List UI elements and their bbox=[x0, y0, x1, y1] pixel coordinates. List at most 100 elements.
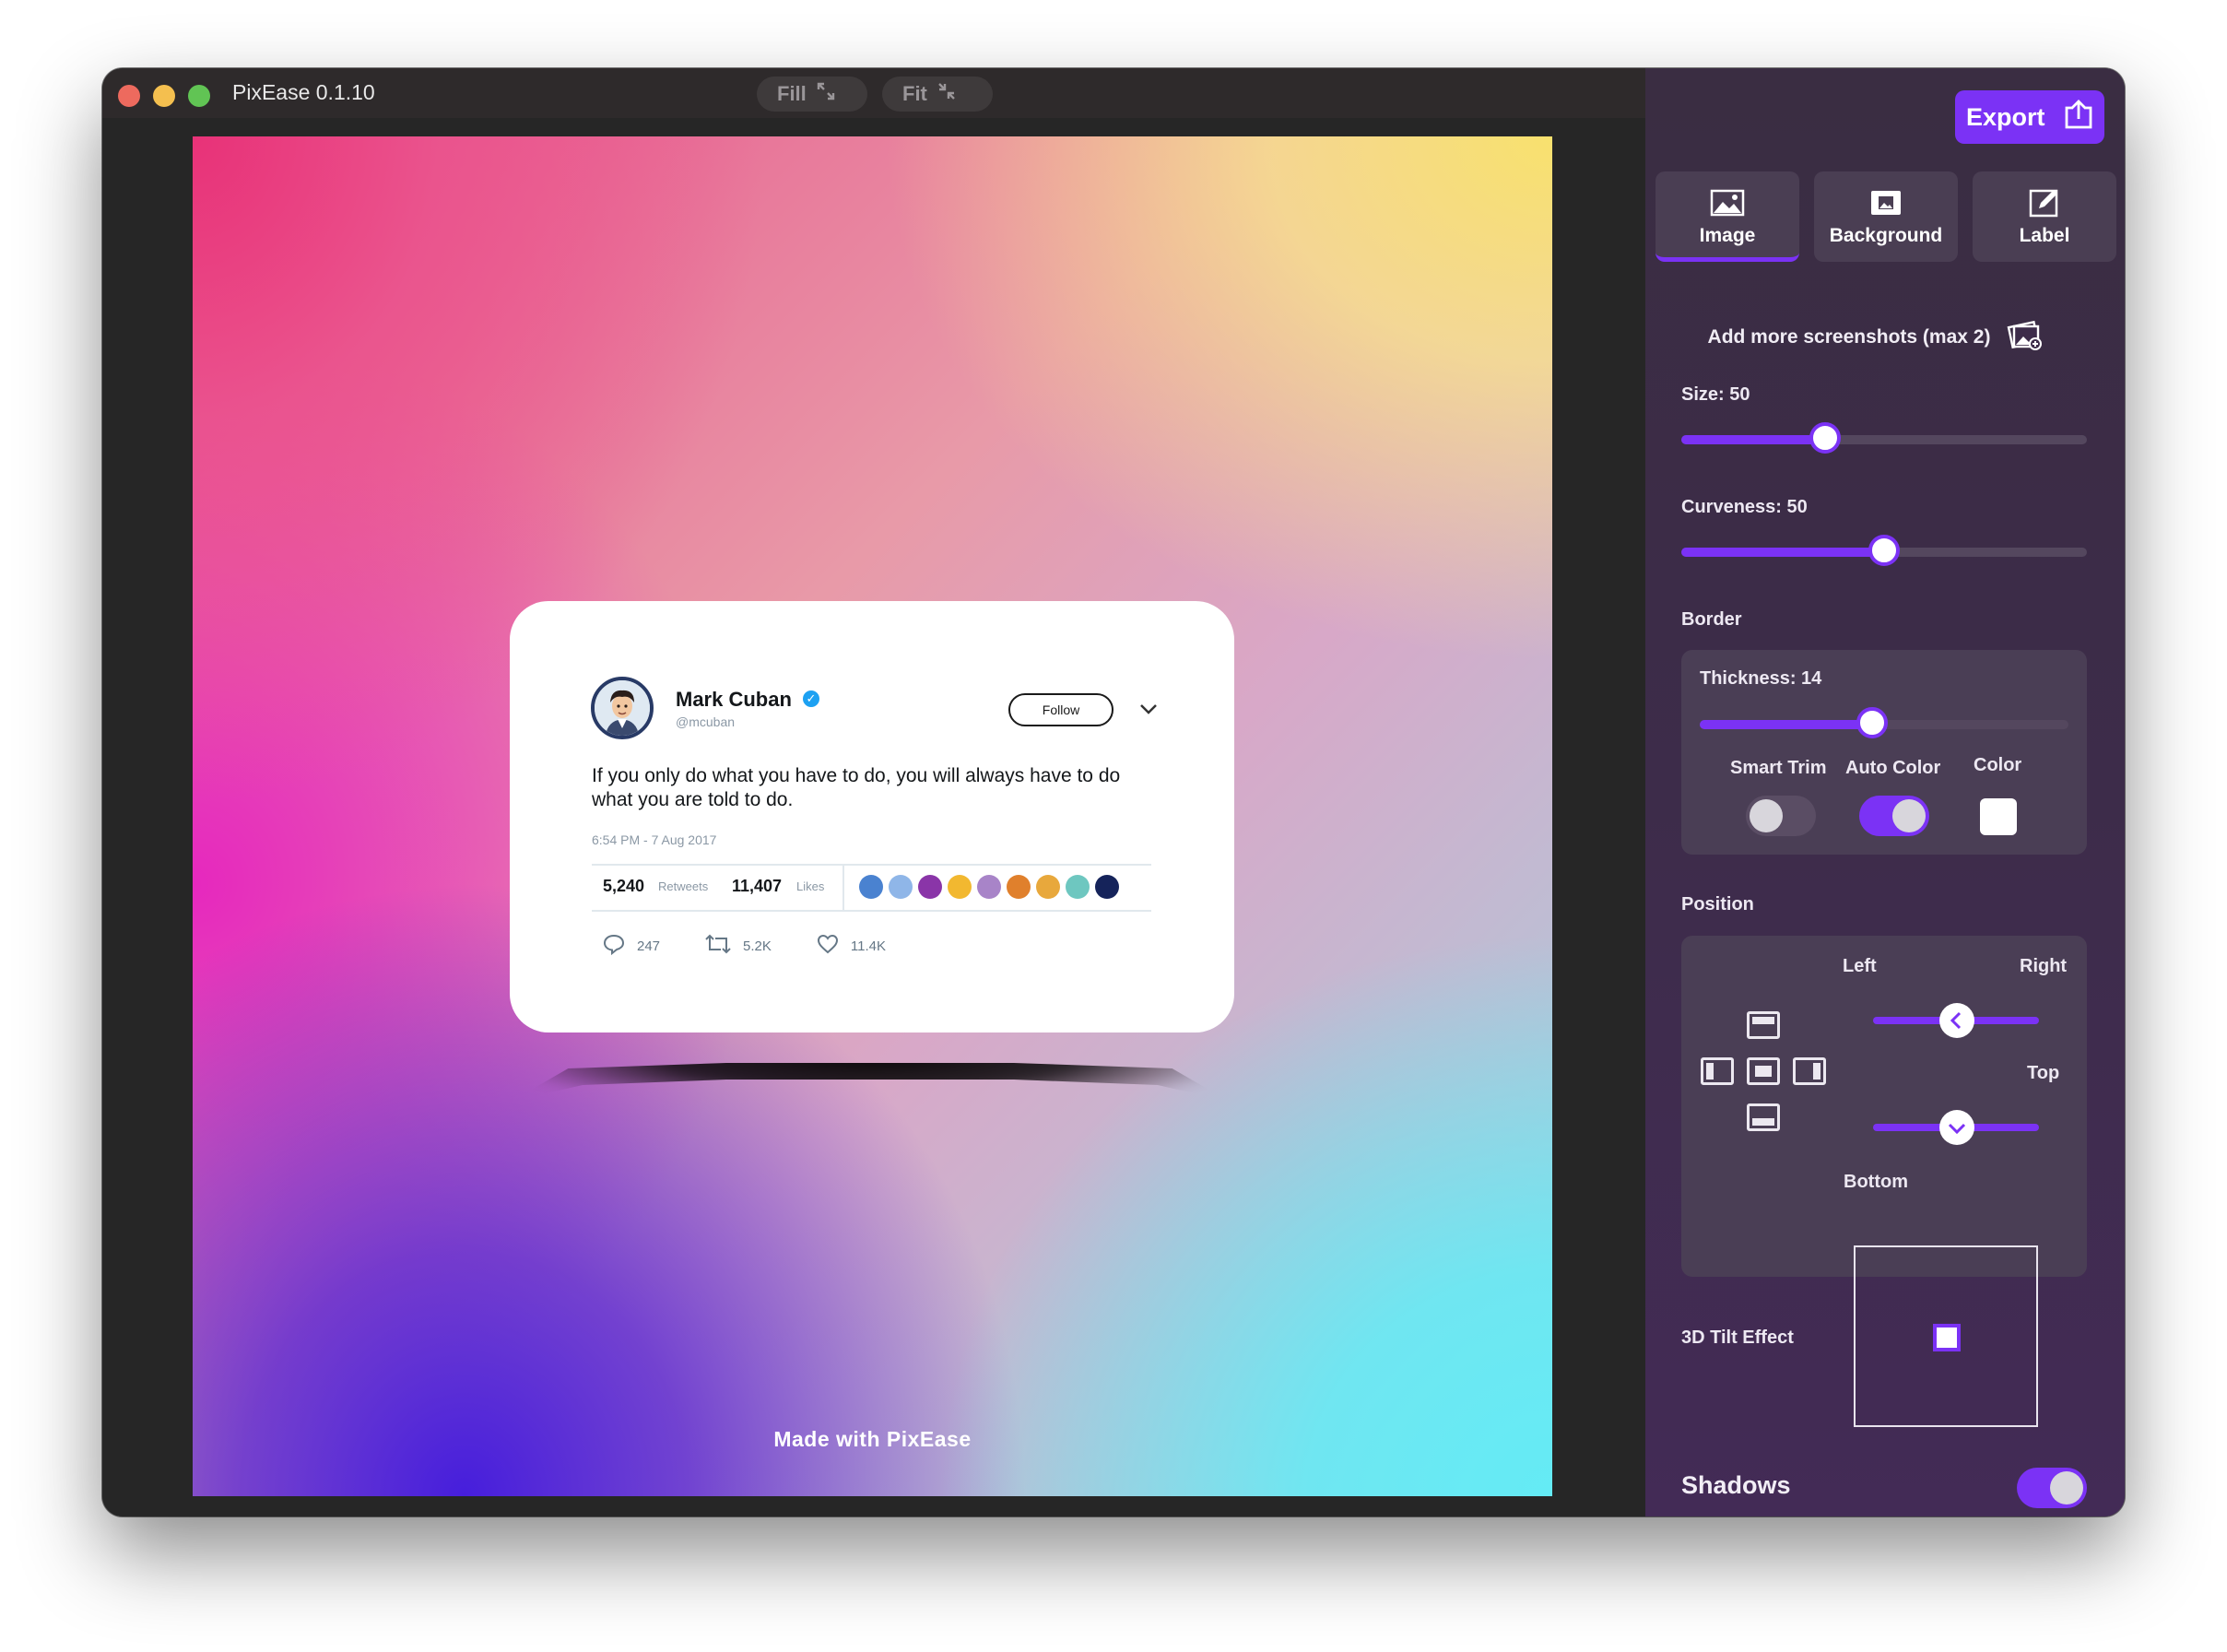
retweets-count: 5,240 bbox=[603, 877, 645, 895]
add-screenshots-label: Add more screenshots (max 2) bbox=[1707, 326, 1991, 348]
border-color-swatch[interactable] bbox=[1980, 798, 2017, 835]
image-icon bbox=[1709, 188, 1746, 218]
tilt-pad[interactable] bbox=[1854, 1245, 2038, 1427]
align-center-icon[interactable] bbox=[1747, 1057, 1780, 1085]
top-label: Top bbox=[2027, 1063, 2060, 1083]
close-window-button[interactable] bbox=[118, 85, 140, 107]
edit-icon bbox=[2026, 188, 2063, 218]
minimize-window-button[interactable] bbox=[153, 85, 175, 107]
likes-count: 11,407 bbox=[732, 877, 783, 895]
tab-label-label: Label bbox=[2019, 225, 2070, 246]
auto-color-toggle-knob bbox=[1892, 799, 1926, 832]
align-bottom-icon[interactable] bbox=[1747, 1103, 1780, 1131]
likes-label: Likes bbox=[796, 879, 825, 893]
tweet-text: If you only do what you have to do, you … bbox=[592, 765, 1121, 810]
tab-label[interactable]: Label bbox=[1973, 171, 2116, 262]
liker-avatar bbox=[859, 875, 883, 899]
liker-avatar bbox=[1007, 875, 1031, 899]
right-label: Right bbox=[2020, 956, 2068, 976]
vertical-position-knob[interactable] bbox=[1939, 1110, 1974, 1145]
chevron-down-icon bbox=[1948, 1123, 1966, 1135]
smart-trim-label: Smart Trim bbox=[1730, 758, 1827, 778]
tilt-handle[interactable] bbox=[1933, 1324, 1961, 1351]
share-icon bbox=[2062, 99, 2095, 136]
export-button[interactable]: Export bbox=[1955, 90, 2104, 144]
verified-badge-icon: ✓ bbox=[803, 690, 819, 707]
tab-image[interactable]: Image bbox=[1656, 171, 1799, 262]
shadows-label: Shadows bbox=[1681, 1471, 1791, 1499]
size-slider[interactable] bbox=[1681, 422, 2087, 454]
curveness-slider-fill bbox=[1681, 548, 1884, 557]
chevron-down-icon[interactable] bbox=[1137, 697, 1161, 721]
chevron-left-icon bbox=[1950, 1011, 1962, 1030]
auto-color-toggle[interactable] bbox=[1859, 796, 1929, 836]
liker-avatar bbox=[1066, 875, 1090, 899]
position-label: Position bbox=[1681, 894, 1754, 914]
like-action[interactable]: 11.4K bbox=[816, 932, 886, 960]
bottom-label: Bottom bbox=[1844, 1172, 1908, 1192]
tab-background-label: Background bbox=[1829, 225, 1943, 246]
reply-action[interactable]: 247 bbox=[602, 932, 660, 960]
follow-button[interactable]: Follow bbox=[1008, 693, 1114, 726]
curveness-slider-knob[interactable] bbox=[1868, 535, 1900, 566]
app-window: PixEase 0.1.10 Fill Fit Mark Cuban ✓ @mc… bbox=[102, 68, 2125, 1516]
tweet-author-handle: @mcuban bbox=[676, 714, 736, 729]
card-shadow bbox=[511, 1063, 1230, 1102]
retweet-action[interactable]: 5.2K bbox=[704, 932, 772, 960]
gradient-canvas[interactable]: Mark Cuban ✓ @mcuban Follow If you only … bbox=[193, 136, 1552, 1496]
liker-avatar bbox=[977, 875, 1001, 899]
curveness-label: Curveness: 50 bbox=[1681, 497, 1808, 517]
liker-avatar bbox=[1095, 875, 1119, 899]
align-right-icon[interactable] bbox=[1793, 1057, 1826, 1085]
expand-icon bbox=[816, 81, 836, 107]
fit-button[interactable]: Fit bbox=[882, 77, 993, 112]
align-top-icon[interactable] bbox=[1747, 1011, 1780, 1039]
liker-avatar bbox=[948, 875, 972, 899]
tweet-actions: 247 5.2K 11.4K bbox=[602, 932, 930, 960]
thickness-slider-knob[interactable] bbox=[1856, 707, 1888, 738]
left-label: Left bbox=[1843, 956, 1877, 976]
add-screenshots-button[interactable]: Add more screenshots (max 2) bbox=[1645, 317, 2106, 358]
add-image-icon bbox=[2007, 317, 2044, 358]
auto-color-label: Auto Color bbox=[1845, 758, 1941, 778]
export-label: Export bbox=[1966, 102, 2045, 131]
align-left-icon[interactable] bbox=[1701, 1057, 1734, 1085]
tweet-timestamp: 6:54 PM - 7 Aug 2017 bbox=[592, 832, 717, 847]
tweet-stats: 5,240 Retweets 11,407 Likes bbox=[592, 864, 1151, 912]
tab-background[interactable]: Background bbox=[1814, 171, 1958, 262]
canvas-area: Mark Cuban ✓ @mcuban Follow If you only … bbox=[102, 118, 1645, 1516]
tweet-screenshot[interactable]: Mark Cuban ✓ @mcuban Follow If you only … bbox=[510, 601, 1234, 1032]
curveness-slider[interactable] bbox=[1681, 535, 2087, 566]
reply-count: 247 bbox=[637, 938, 661, 954]
horizontal-position-knob[interactable] bbox=[1939, 1003, 1974, 1038]
liker-avatar bbox=[918, 875, 942, 899]
color-label: Color bbox=[1974, 755, 2022, 775]
size-slider-fill bbox=[1681, 435, 1825, 444]
size-slider-knob[interactable] bbox=[1809, 422, 1841, 454]
app-title: PixEase 0.1.10 bbox=[232, 80, 375, 104]
retweet-count: 5.2K bbox=[743, 938, 772, 954]
like-count: 11.4K bbox=[850, 938, 886, 954]
thickness-label: Thickness: 14 bbox=[1700, 668, 1822, 689]
stats-divider bbox=[842, 866, 844, 910]
thickness-slider-fill bbox=[1700, 720, 1872, 729]
smart-trim-toggle[interactable] bbox=[1746, 796, 1816, 836]
liker-avatar bbox=[889, 875, 913, 899]
shadows-toggle[interactable] bbox=[2017, 1468, 2087, 1508]
zoom-window-button[interactable] bbox=[188, 85, 210, 107]
shadows-toggle-knob bbox=[2050, 1471, 2083, 1504]
size-label: Size: 50 bbox=[1681, 384, 1750, 405]
fit-label: Fit bbox=[902, 82, 927, 105]
shrink-icon bbox=[937, 81, 957, 107]
tweet-author-name: Mark Cuban bbox=[676, 688, 792, 711]
smart-trim-toggle-knob bbox=[1750, 799, 1783, 832]
reply-icon bbox=[602, 932, 626, 960]
border-panel: Thickness: 14 Smart Trim Auto Color Colo… bbox=[1681, 650, 2087, 855]
fill-label: Fill bbox=[777, 82, 807, 105]
tilt-label: 3D Tilt Effect bbox=[1681, 1328, 1794, 1348]
thickness-slider[interactable] bbox=[1700, 707, 2068, 738]
position-panel: Left Right Top Bottom bbox=[1681, 936, 2087, 1277]
liker-avatars bbox=[859, 875, 1119, 899]
liker-avatar bbox=[1036, 875, 1060, 899]
fill-button[interactable]: Fill bbox=[757, 77, 867, 112]
